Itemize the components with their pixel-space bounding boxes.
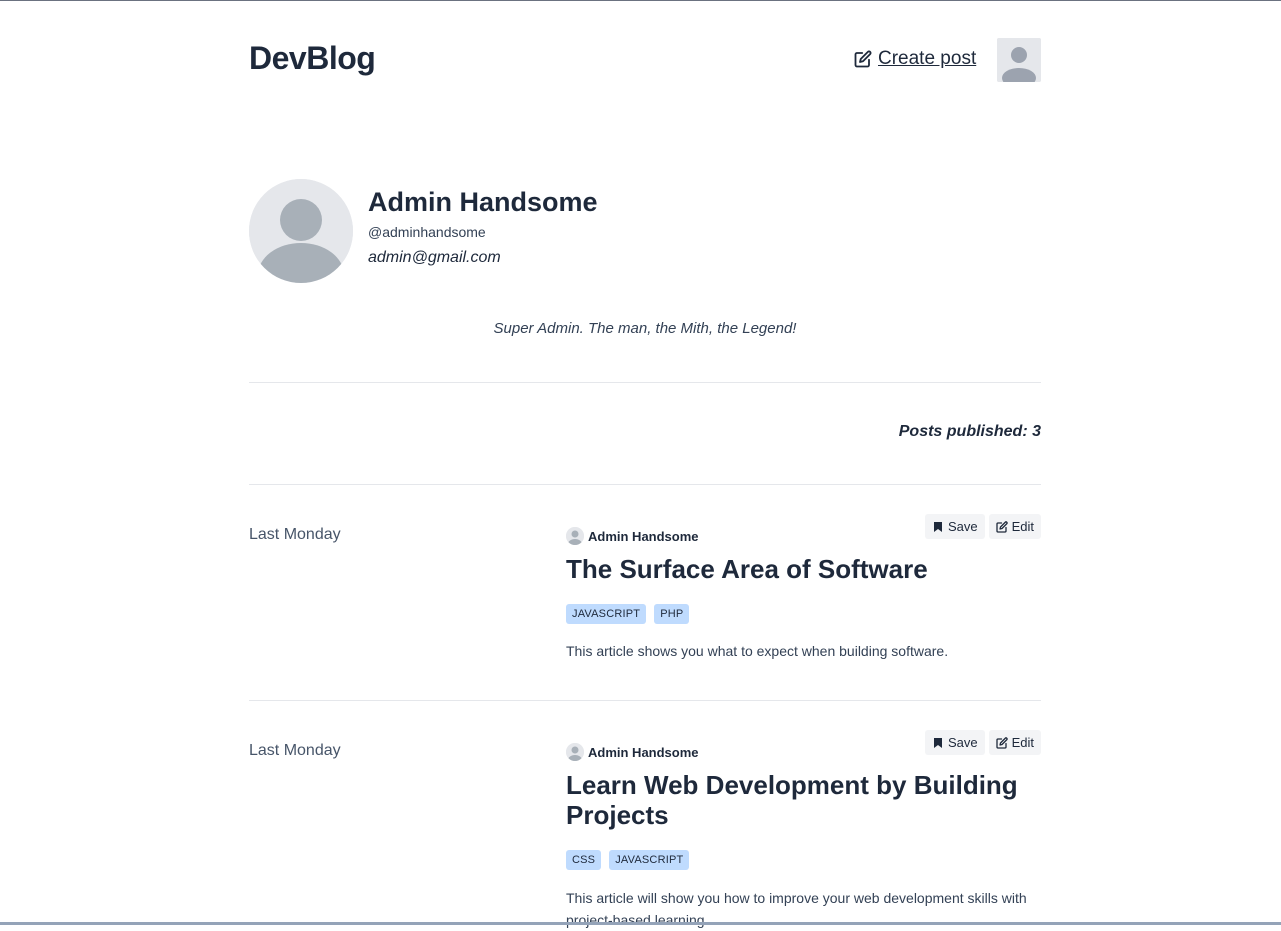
bookmark-icon [933,521,942,532]
edit-button[interactable]: Edit [988,514,1041,539]
page-container: DevBlog Create post Admin Handsome @admi… [249,0,1041,928]
author-name: Admin Handsome [588,528,699,544]
profile-handle: @adminhandsome [368,224,486,240]
post-excerpt: This article shows you what to expect wh… [566,643,949,659]
author-name: Admin Handsome [588,744,699,760]
save-label: Save [947,519,978,534]
user-placeholder-icon [566,527,584,545]
post-author[interactable]: Admin Handsome [566,743,699,761]
user-menu-avatar[interactable] [997,38,1041,82]
posts-published-count: Posts published: 3 [898,423,1041,440]
tag-javascript[interactable]: JAVASCRIPT [609,850,690,870]
edit-icon [995,736,1008,749]
create-post-label: Create post [878,48,977,69]
create-post-link[interactable]: Create post [854,48,976,70]
tag-css[interactable]: CSS [566,850,602,870]
post-title[interactable]: The Surface Area of Software [566,554,1041,584]
author-avatar [566,743,584,761]
post-tags: JAVASCRIPT PHP [566,604,690,624]
tag-javascript[interactable]: JAVASCRIPT [566,604,647,624]
divider [249,700,1041,701]
edit-icon [995,520,1008,533]
save-button[interactable]: Save [924,514,985,539]
post-title[interactable]: Learn Web Development by Building Projec… [566,770,1041,830]
post-tags: CSS JAVASCRIPT [566,850,690,870]
divider [249,484,1041,485]
edit-button[interactable]: Edit [988,730,1041,755]
post-actions: Save Edit [924,514,1041,539]
divider [249,382,1041,383]
edit-icon [854,50,872,68]
save-label: Save [947,735,978,750]
profile-name: Admin Handsome [368,187,598,217]
user-placeholder-icon [566,743,584,761]
post-actions: Save Edit [924,730,1041,755]
post-date: Last Monday [249,526,341,543]
profile-email: admin@gmail.com [368,249,501,266]
site-logo[interactable]: DevBlog [249,40,376,77]
save-button[interactable]: Save [924,730,985,755]
user-placeholder-icon [249,179,353,283]
post-author[interactable]: Admin Handsome [566,527,699,545]
author-avatar [566,527,584,545]
profile-avatar [249,179,353,283]
profile-bio: Super Admin. The man, the Mith, the Lege… [493,320,797,337]
site-header: DevBlog Create post [249,0,1041,120]
bookmark-icon [933,737,942,748]
tag-php[interactable]: PHP [654,604,690,624]
edit-label: Edit [1011,735,1034,750]
edit-label: Edit [1011,519,1034,534]
user-placeholder-icon [997,38,1041,82]
post-date: Last Monday [249,742,341,759]
